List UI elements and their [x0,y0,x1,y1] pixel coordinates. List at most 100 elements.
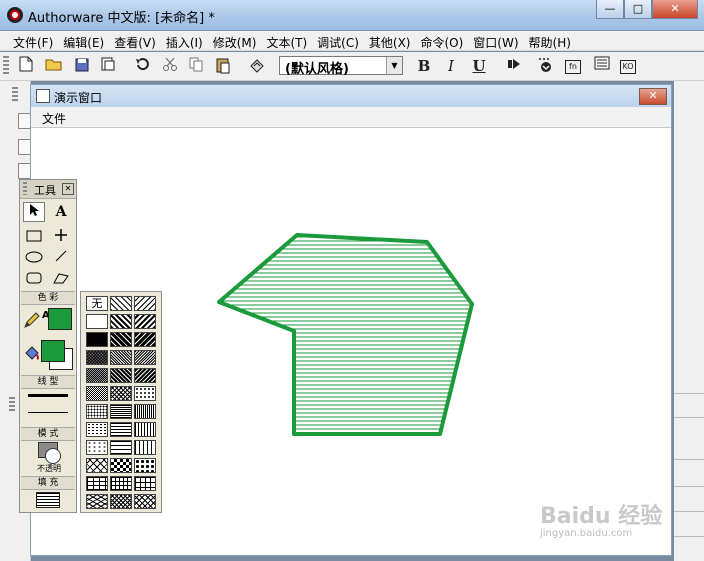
tools-grip[interactable] [23,182,27,195]
pattern-swatch[interactable] [134,422,156,437]
knowledge-objects-button[interactable]: KO [620,60,636,74]
thick-line-option[interactable] [28,394,68,397]
save-icon[interactable] [72,56,92,76]
maximize-button[interactable]: □ [624,0,652,19]
polygon-tool[interactable] [50,270,72,290]
restart-icon[interactable] [504,56,524,76]
import-icon[interactable] [98,56,118,76]
pattern-swatch[interactable] [110,440,132,455]
pattern-swatch[interactable] [134,404,156,419]
pattern-swatch[interactable] [134,332,156,347]
pencil-icon[interactable] [21,310,43,330]
line-tool[interactable] [50,249,72,269]
pattern-swatch[interactable] [86,422,108,437]
pattern-swatch[interactable] [110,368,132,383]
menu-window[interactable]: 窗口(W) [468,31,523,50]
pattern-swatch[interactable] [110,476,132,491]
pattern-swatch[interactable] [134,368,156,383]
pattern-swatch[interactable] [110,404,132,419]
panel-divider [674,486,704,487]
underline-button[interactable]: U [469,56,489,76]
undo-icon[interactable] [132,56,152,76]
menu-text[interactable]: 文本(T) [261,31,312,50]
mode-value: 不透明 [37,464,61,473]
pattern-swatch[interactable] [110,494,132,509]
pattern-swatch[interactable] [86,350,108,365]
pattern-swatch[interactable] [86,458,108,473]
paint-bucket-icon[interactable] [21,344,43,364]
menu-file[interactable]: 文件(F) [8,31,58,50]
green-polygon-shape[interactable] [217,233,474,436]
pattern-swatch[interactable] [110,332,132,347]
line-color-swatch[interactable] [48,308,72,330]
pattern-swatch[interactable] [86,332,108,347]
close-button[interactable]: ✕ [652,0,698,19]
crosshair-tool[interactable] [50,228,72,248]
pattern-swatch[interactable] [134,458,156,473]
pattern-swatch[interactable] [86,440,108,455]
pattern-swatch[interactable] [134,296,156,311]
pattern-swatch[interactable] [86,386,108,401]
pattern-swatch[interactable] [110,422,132,437]
text-style-select[interactable]: (默认风格) ▼ [279,56,403,77]
pattern-swatch[interactable] [110,350,132,365]
rectangle-tool[interactable] [23,228,45,248]
pattern-swatch[interactable] [86,368,108,383]
pattern-swatch[interactable] [86,404,108,419]
menu-debug[interactable]: 调试(C) [312,31,364,50]
mode-section-label: 模 式 [21,427,75,441]
pattern-swatch[interactable] [134,314,156,329]
baidu-watermark-url: jingyan.baidu.com [540,528,633,539]
menu-insert[interactable]: 插入(I) [161,31,208,50]
presentation-close-button[interactable]: ✕ [639,88,667,105]
dock-grip[interactable] [12,87,18,103]
new-file-icon[interactable] [16,56,36,76]
menu-view[interactable]: 查看(V) [109,31,161,50]
pattern-swatch[interactable] [110,296,132,311]
rounded-rectangle-icon [26,272,42,284]
menu-modify[interactable]: 修改(M) [208,31,262,50]
pattern-swatch[interactable] [86,476,108,491]
menu-command[interactable]: 命令(O) [415,31,468,50]
menu-other[interactable]: 其他(X) [364,31,416,50]
variables-icon[interactable] [592,56,612,76]
copy-icon[interactable] [186,56,206,76]
functions-button[interactable]: fn [565,60,581,74]
rounded-rectangle-tool[interactable] [23,270,45,290]
presentation-menu-file[interactable]: 文件 [42,110,66,127]
chevron-down-icon[interactable]: ▼ [386,57,402,74]
text-tool[interactable]: A [50,202,72,222]
pattern-swatch[interactable] [134,440,156,455]
italic-button[interactable]: I [441,56,461,76]
pattern-swatch[interactable] [86,314,108,329]
text-style-value: (默认风格) [285,62,349,77]
pattern-swatch[interactable] [86,494,108,509]
bold-button[interactable]: B [414,56,434,76]
pattern-swatch[interactable] [134,386,156,401]
tools-header[interactable]: 工具 ✕ [20,180,76,199]
toolbar-grip[interactable] [3,56,9,76]
thin-line-option[interactable] [28,412,68,413]
pattern-none[interactable]: 无 [86,296,108,311]
current-fill-pattern[interactable] [36,492,60,508]
panel-divider [674,536,704,537]
fill-foreground-swatch[interactable] [41,340,65,362]
menu-edit[interactable]: 编辑(E) [58,31,109,50]
find-icon[interactable] [247,56,267,76]
tools-close-icon[interactable]: ✕ [62,183,74,195]
paste-icon[interactable] [213,56,233,76]
dock-grip[interactable] [9,397,15,413]
pattern-swatch[interactable] [134,350,156,365]
pattern-swatch[interactable] [110,458,132,473]
cut-icon[interactable] [160,56,180,76]
pointer-tool[interactable] [23,202,45,222]
pattern-swatch[interactable] [134,476,156,491]
control-panel-icon[interactable] [536,56,556,76]
menu-help[interactable]: 帮助(H) [524,31,576,50]
pattern-swatch[interactable] [110,386,132,401]
pattern-swatch[interactable] [110,314,132,329]
open-folder-icon[interactable] [44,56,64,76]
minimize-button[interactable]: — [596,0,624,19]
ellipse-tool[interactable] [23,249,45,269]
pattern-swatch[interactable] [134,494,156,509]
